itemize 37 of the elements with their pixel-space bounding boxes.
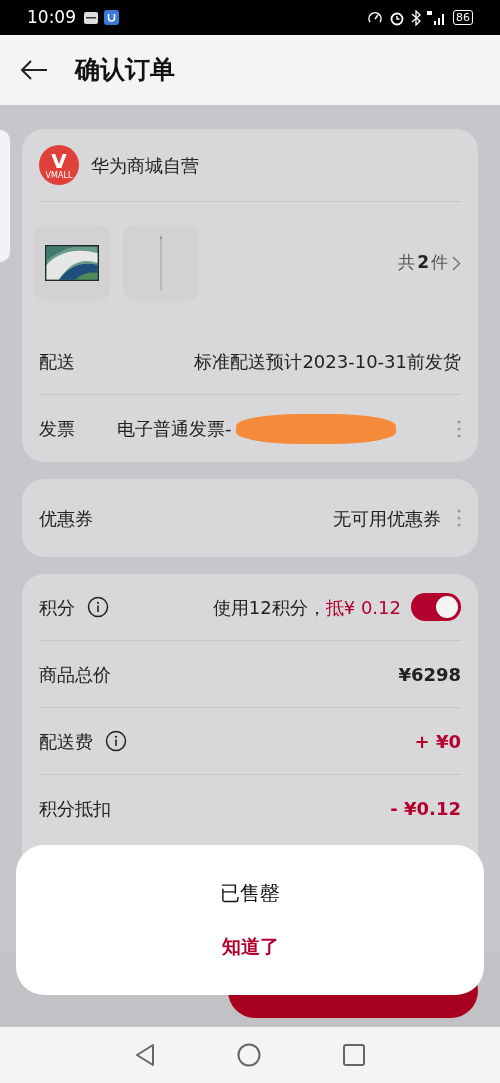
coupon-card[interactable]: 优惠券 无可用优惠券	[22, 479, 478, 557]
coupon-value: 无可用优惠券	[333, 506, 441, 531]
page-title: 确认订单	[75, 54, 175, 87]
store-name: 华为商城自营	[91, 153, 199, 178]
row-label: 积分抵扣	[39, 797, 111, 821]
row-label: 积分	[39, 595, 75, 620]
row-label: 发票	[39, 417, 76, 441]
recents-nav-icon[interactable]	[343, 1044, 365, 1066]
dialog-message: 已售罄	[220, 880, 280, 907]
amount-value: ¥6298	[398, 662, 461, 687]
back-nav-icon[interactable]	[135, 1043, 155, 1067]
notification-icon	[84, 11, 98, 24]
points-note: 使用12积分，	[212, 595, 326, 620]
row-label: 配送费	[39, 729, 93, 754]
row-label: 商品总价	[39, 662, 111, 687]
amount-value: - ¥0.12	[390, 797, 461, 821]
product-thumbnail[interactable]	[123, 225, 199, 301]
amount-value: + ¥0	[414, 729, 461, 754]
home-nav-icon[interactable]	[237, 1043, 261, 1067]
product-thumbnail[interactable]	[34, 225, 110, 301]
battery-indicator: 86	[453, 10, 473, 25]
chevron-right-icon[interactable]	[452, 255, 461, 271]
points-value: 抵¥ 0.12	[325, 595, 401, 620]
back-arrow-icon[interactable]	[20, 59, 48, 81]
item-count-link[interactable]: 共 2件	[398, 250, 461, 276]
row-label: 配送	[39, 349, 76, 374]
points-toggle[interactable]	[411, 593, 461, 621]
status-time: 10:09	[27, 5, 76, 29]
acknowledge-button[interactable]: 知道了	[221, 932, 279, 961]
coupon-label: 优惠券	[39, 506, 93, 531]
row-value: 标准配送预计2023-10-31前发货	[194, 349, 461, 374]
bluetooth-icon	[411, 9, 421, 26]
row-value: 电子普通发票-	[117, 417, 232, 441]
info-icon[interactable]	[87, 596, 109, 618]
info-icon[interactable]	[105, 730, 127, 752]
store-logo: V VMALL	[39, 145, 79, 185]
signal-icon	[427, 10, 447, 25]
